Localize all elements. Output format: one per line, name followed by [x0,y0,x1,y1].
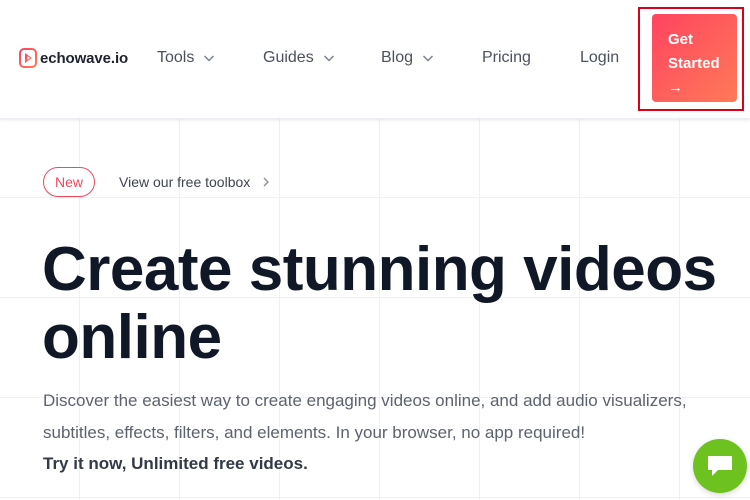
nav-pricing[interactable]: Pricing [482,47,531,69]
chevron-right-icon [263,177,270,187]
get-started-line1: Get [668,31,694,48]
nav-tools[interactable]: Tools [157,47,216,69]
site-header: echowave.io Tools Guides Blog Pricing Lo… [0,0,750,119]
arrow-right-icon: → [668,79,683,96]
chat-button[interactable] [693,439,747,493]
hero-title-line2: online [42,303,222,372]
announcement-row: New View our free toolbox [43,167,272,197]
nav-blog[interactable]: Blog [381,47,435,69]
get-started-button[interactable]: Get Started → [652,14,737,102]
nav-tools-label: Tools [157,49,195,66]
get-started-line2: Started [668,55,720,72]
nav-pricing-label: Pricing [482,49,531,66]
logo-link[interactable]: echowave.io [19,47,128,69]
new-badge: New [43,167,96,197]
chevron-down-icon [423,55,434,62]
hero-description: Discover the easiest way to create engag… [43,391,687,442]
hero-title-line1: Create stunning videos [42,235,717,304]
logo-text: echowave.io [40,49,129,67]
nav-guides-label: Guides [263,49,314,66]
hero-title: Create stunning videos online [42,236,732,372]
echowave-play-icon [19,48,37,68]
free-toolbox-link[interactable]: View our free toolbox [119,174,272,190]
free-toolbox-label: View our free toolbox [119,174,251,190]
nav-login[interactable]: Login [580,47,619,69]
nav-blog-label: Blog [381,49,414,66]
chevron-down-icon [204,55,215,62]
nav-guides[interactable]: Guides [263,47,336,69]
chat-bubble-icon [708,456,732,476]
chevron-down-icon [323,55,334,62]
hero-cta-text: Try it now, Unlimited free videos. [43,454,308,473]
nav-login-label: Login [580,49,620,66]
